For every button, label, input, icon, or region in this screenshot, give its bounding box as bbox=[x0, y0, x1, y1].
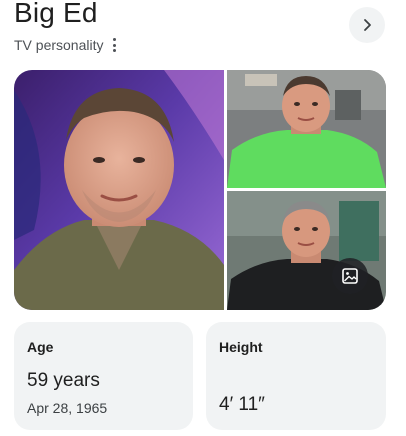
age-value: 59 years bbox=[27, 370, 100, 391]
age-label: Age bbox=[27, 339, 54, 355]
image-icon bbox=[342, 268, 358, 284]
entity-subtitle: TV personality bbox=[14, 37, 104, 53]
vertical-dots-icon[interactable] bbox=[111, 38, 117, 52]
knowledge-panel: Big Ed TV personality Age 59 years Apr 2… bbox=[0, 0, 406, 436]
height-label: Height bbox=[219, 339, 263, 355]
subtitle-row: TV personality bbox=[14, 36, 117, 54]
image-gallery bbox=[14, 70, 386, 310]
chevron-right-icon bbox=[364, 19, 371, 31]
green-shirt-photo[interactable] bbox=[227, 70, 386, 188]
height-value: 4′ 11″ bbox=[219, 394, 265, 415]
birth-date: Apr 28, 1965 bbox=[27, 400, 108, 416]
next-button[interactable] bbox=[349, 7, 385, 43]
black-shirt-photo[interactable] bbox=[227, 191, 386, 310]
more-images-button[interactable] bbox=[332, 258, 368, 294]
height-card[interactable]: Height 4′ 11″ bbox=[206, 322, 386, 430]
age-card[interactable]: Age 59 years Apr 28, 1965 bbox=[14, 322, 193, 430]
main-photo[interactable] bbox=[14, 70, 224, 310]
entity-title: Big Ed bbox=[14, 0, 98, 28]
